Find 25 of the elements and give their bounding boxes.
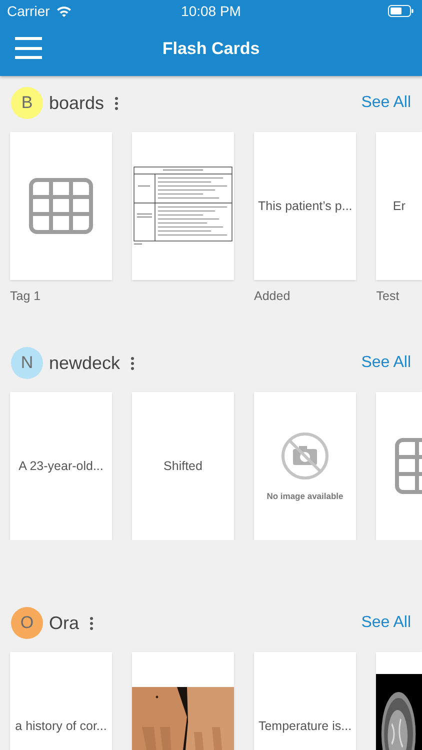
deck-name[interactable]: boards	[49, 92, 104, 114]
flash-card[interactable]: Temperature is...	[254, 652, 356, 750]
carrier-label: Carrier	[7, 3, 50, 19]
card-tag: Test	[376, 289, 422, 303]
menu-icon[interactable]	[15, 37, 42, 59]
deck-name[interactable]: Ora	[49, 612, 80, 634]
no-image-label: No image available	[266, 491, 344, 501]
wifi-icon	[56, 5, 72, 17]
flash-card[interactable]: a history of cor...	[10, 652, 112, 750]
deck-avatar: N	[11, 347, 43, 379]
flash-card[interactable]: A 23-year-old...	[10, 392, 112, 540]
deck-avatar: B	[11, 87, 43, 119]
clock-time: 10:08 PM	[181, 3, 241, 19]
flash-card[interactable]: This patient’s p...	[254, 132, 356, 280]
card-tag: Tag 1	[10, 289, 112, 303]
nav-title: Flash Cards	[162, 39, 260, 59]
table-icon	[29, 178, 93, 234]
no-camera-icon	[280, 431, 330, 481]
card-tag: Added	[254, 289, 356, 303]
flash-card-background[interactable]: No image available	[254, 392, 356, 540]
deck-name[interactable]: newdeck	[49, 352, 120, 374]
flash-card[interactable]: Shifted	[132, 392, 234, 540]
deck-avatar: O	[11, 607, 43, 639]
flash-card[interactable]: Er	[376, 132, 422, 280]
battery-icon	[388, 5, 414, 17]
